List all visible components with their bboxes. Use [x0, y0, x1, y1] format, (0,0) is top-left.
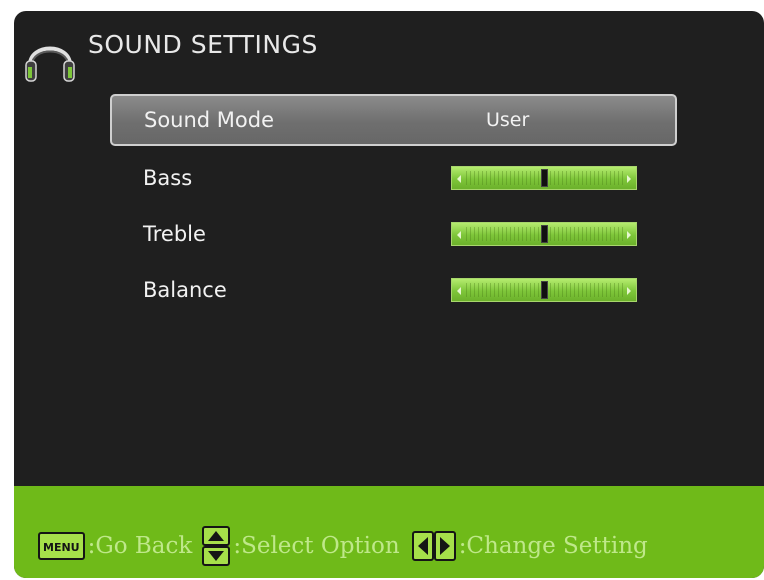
key-hints: MENU :Go Back :Select Option :Change Set…: [14, 526, 764, 566]
menu-item-label: Balance: [143, 278, 227, 302]
menu-item-label: Sound Mode: [144, 108, 275, 132]
headphones-icon: [25, 46, 75, 82]
up-down-arrows-icon: [202, 526, 231, 566]
menu-item-label: Bass: [143, 166, 193, 190]
change-setting-hint: :Change Setting: [458, 533, 648, 559]
slider-right-arrow-icon: [627, 175, 631, 183]
slider-left-arrow-icon: [457, 175, 461, 183]
slider-left-arrow-icon: [457, 287, 461, 295]
treble-slider[interactable]: [451, 222, 637, 246]
slider-right-arrow-icon: [627, 287, 631, 295]
menu-item-sound-mode[interactable]: Sound Mode User: [110, 94, 677, 146]
go-back-hint: :Go Back: [87, 533, 193, 559]
header: SOUND SETTINGS: [14, 11, 764, 82]
slider-thumb[interactable]: [541, 169, 548, 187]
menu-item-bass[interactable]: Bass: [110, 152, 677, 204]
sound-mode-value: User: [486, 109, 530, 131]
slider-thumb[interactable]: [541, 225, 548, 243]
menu-key-icon: MENU: [38, 532, 85, 560]
balance-slider[interactable]: [451, 278, 637, 302]
menu-item-balance[interactable]: Balance: [110, 264, 677, 316]
left-right-arrows-icon: [411, 531, 456, 561]
menu-item-label: Treble: [143, 222, 206, 246]
sound-settings-panel: SOUND SETTINGS Sound Mode User Bass Treb…: [14, 11, 764, 578]
bass-slider[interactable]: [451, 166, 637, 190]
page-title: SOUND SETTINGS: [88, 30, 318, 59]
slider-left-arrow-icon: [457, 231, 461, 239]
slider-right-arrow-icon: [627, 231, 631, 239]
select-option-hint: :Select Option: [233, 533, 400, 559]
menu-item-treble[interactable]: Treble: [110, 208, 677, 260]
footer-hint-bar: MENU :Go Back :Select Option :Change Set…: [14, 486, 764, 578]
slider-thumb[interactable]: [541, 281, 548, 299]
